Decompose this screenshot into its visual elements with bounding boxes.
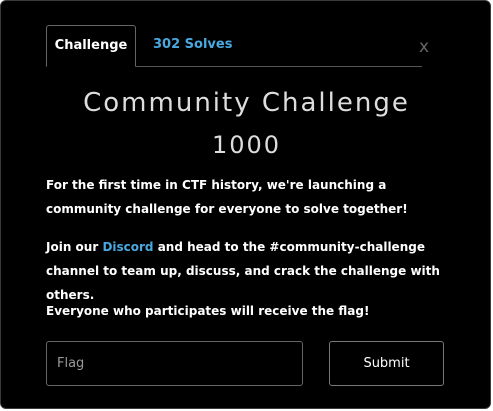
description-paragraph-1: For the first time in CTF history, we're… <box>46 178 408 216</box>
challenge-modal: Challenge 302 Solves x Community Challen… <box>0 0 491 409</box>
challenge-title: Community Challenge <box>83 88 410 118</box>
flag-input[interactable] <box>46 341 303 386</box>
description-paragraph-3: Everyone who participates will receive t… <box>46 304 370 318</box>
description-text: Join our <box>46 240 103 254</box>
submit-button[interactable]: Submit <box>329 341 444 386</box>
tab-challenge[interactable]: Challenge <box>46 25 136 67</box>
close-icon[interactable]: x <box>419 37 429 57</box>
tab-solves[interactable]: 302 Solves <box>153 25 232 67</box>
description-paragraph-2: Join our Discord and head to the #commun… <box>46 235 456 307</box>
tab-bar: Challenge 302 Solves <box>46 25 422 67</box>
discord-link[interactable]: Discord <box>102 240 153 254</box>
challenge-points: 1000 <box>211 131 282 159</box>
